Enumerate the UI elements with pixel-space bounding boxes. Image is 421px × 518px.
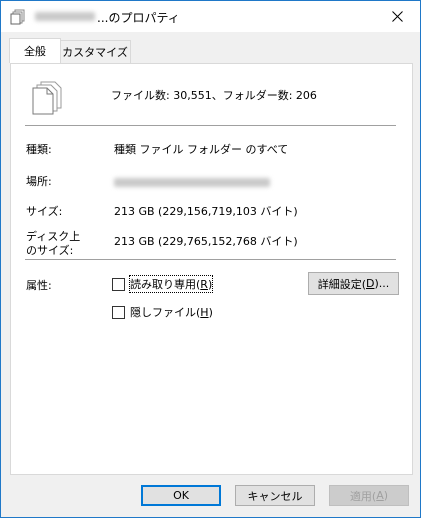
title-blurred-name bbox=[35, 12, 95, 21]
apply-close: ) bbox=[383, 489, 389, 502]
ok-button[interactable]: OK bbox=[141, 485, 221, 506]
advanced-text: 詳細設定( bbox=[317, 277, 367, 291]
tab-general[interactable]: 全般 bbox=[9, 38, 61, 63]
properties-dialog: ...のプロパティ 全般 カスタマイズ ファイル数: 30,551、フォルダー数… bbox=[0, 0, 421, 518]
apply-text: 適用( bbox=[349, 489, 377, 503]
hidden-label[interactable]: 隠しファイル(H) bbox=[130, 304, 213, 320]
readonly-close: ) bbox=[207, 278, 213, 291]
hidden-close: ) bbox=[208, 306, 213, 319]
multiple-files-icon bbox=[32, 81, 62, 115]
readonly-checkbox[interactable] bbox=[112, 277, 125, 291]
apply-button[interactable]: 適用(A) bbox=[329, 485, 409, 506]
size-label: サイズ: bbox=[26, 205, 63, 218]
location-label: 場所: bbox=[26, 175, 52, 188]
attributes-label: 属性: bbox=[26, 279, 52, 292]
location-value-blurred bbox=[114, 178, 270, 187]
advanced-settings-button[interactable]: 詳細設定(D)... bbox=[308, 272, 399, 295]
window-title: ...のプロパティ bbox=[97, 11, 180, 25]
readonly-label[interactable]: 読み取り専用(R) bbox=[128, 275, 214, 293]
title-bar[interactable]: ...のプロパティ bbox=[1, 1, 420, 32]
hidden-checkbox[interactable] bbox=[112, 305, 125, 319]
cancel-button[interactable]: キャンセル bbox=[235, 485, 315, 506]
files-icon bbox=[10, 9, 25, 25]
separator bbox=[25, 259, 396, 260]
disk-size-label-line2: のサイズ: bbox=[26, 244, 74, 257]
type-label: 種類: bbox=[26, 143, 52, 156]
close-icon bbox=[392, 11, 403, 22]
readonly-accesskey: R bbox=[200, 278, 208, 291]
file-folder-count: ファイル数: 30,551、フォルダー数: 206 bbox=[111, 89, 317, 102]
advanced-accesskey: D bbox=[366, 277, 375, 290]
hidden-text: 隠しファイル( bbox=[130, 306, 201, 319]
hidden-checkbox-row[interactable]: 隠しファイル(H) bbox=[112, 304, 213, 320]
general-panel: ファイル数: 30,551、フォルダー数: 206 種類: 種類 ファイル フォ… bbox=[10, 63, 413, 475]
readonly-text: 読み取り専用( bbox=[130, 278, 201, 291]
tab-customize[interactable]: カスタマイズ bbox=[59, 40, 131, 63]
close-button[interactable] bbox=[375, 1, 420, 32]
readonly-checkbox-row[interactable]: 読み取り専用(R) bbox=[112, 275, 214, 293]
apply-accesskey: A bbox=[376, 489, 384, 502]
hidden-accesskey: H bbox=[200, 306, 209, 319]
advanced-close: )... bbox=[374, 277, 390, 290]
disk-size-value: 213 GB (229,765,152,768 バイト) bbox=[114, 235, 298, 248]
separator bbox=[25, 125, 396, 126]
type-value: 種類 ファイル フォルダー のすべて bbox=[114, 143, 289, 156]
size-value: 213 GB (229,156,719,103 バイト) bbox=[114, 205, 298, 218]
